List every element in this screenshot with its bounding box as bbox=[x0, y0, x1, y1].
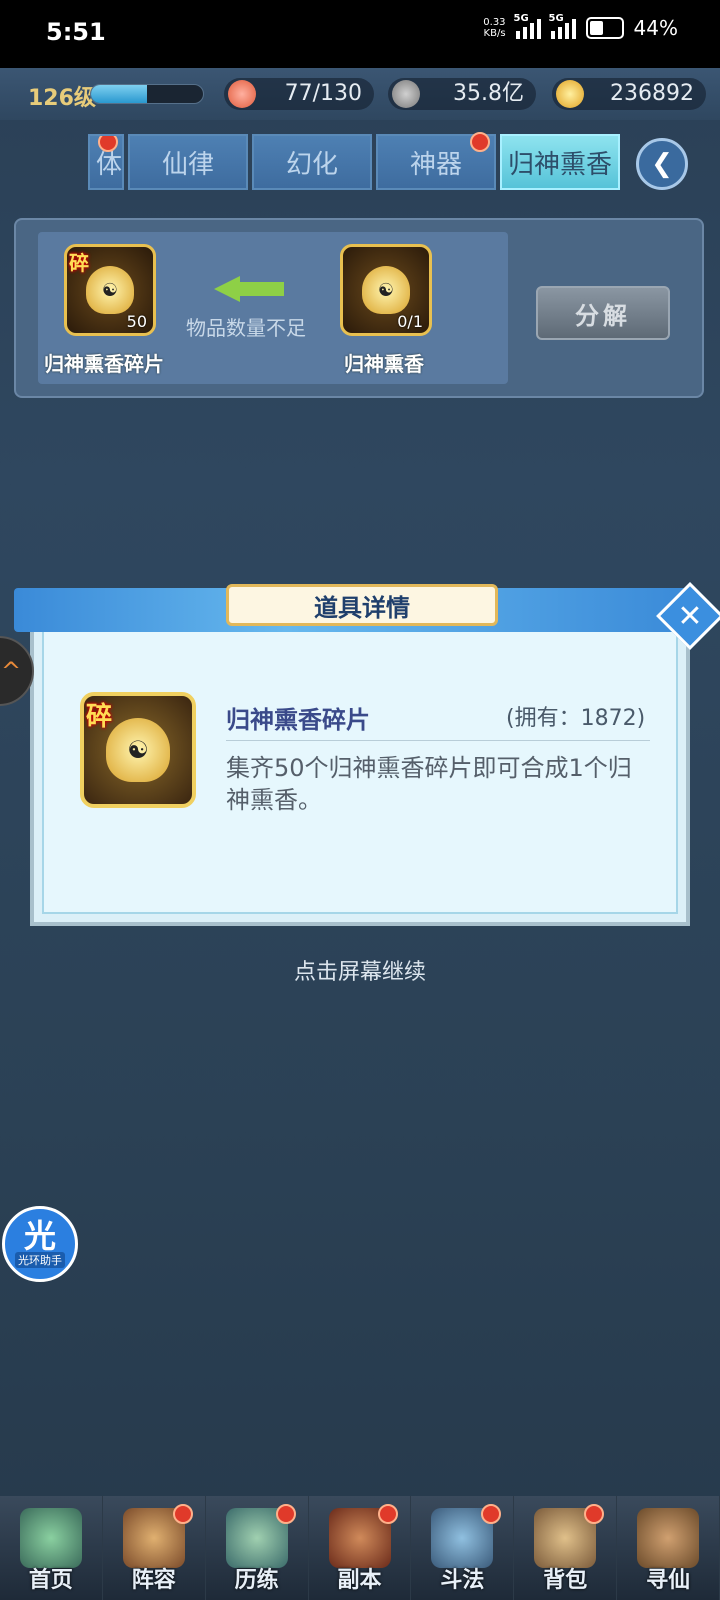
target-name: 归神熏香 bbox=[344, 352, 424, 376]
coin-counter[interactable]: 35.8亿 bbox=[388, 78, 536, 110]
incense-burner-icon: ☯ bbox=[362, 266, 410, 314]
tab-huanhua[interactable]: 幻化 bbox=[252, 134, 372, 190]
nav-dungeon[interactable]: 副本 bbox=[309, 1496, 412, 1600]
tab-label: 归神熏香 bbox=[507, 149, 612, 180]
dialog-title: 道具详情 bbox=[226, 584, 498, 626]
dialog-item-icon: 碎 ☯ bbox=[80, 692, 196, 808]
back-arrow-icon: ❮ bbox=[651, 149, 673, 179]
net-speed: 0.33 KB/s bbox=[483, 17, 505, 39]
stamina-value: 77/130 bbox=[284, 81, 362, 106]
player-level: 126级 bbox=[28, 86, 96, 111]
fragment-name: 归神熏香碎片 bbox=[44, 352, 164, 376]
assistant-float-button[interactable]: 光 光环助手 bbox=[2, 1206, 78, 1282]
fragment-badge: 碎 bbox=[69, 251, 89, 275]
left-arrow-icon bbox=[214, 276, 284, 302]
badge-dot bbox=[584, 1504, 605, 1524]
nav-label: 历练 bbox=[234, 1568, 279, 1593]
assistant-logo: 光 bbox=[23, 1217, 56, 1255]
tab-label: 神器 bbox=[409, 149, 462, 180]
battery-percent: 44% bbox=[633, 16, 678, 40]
side-collapse-button[interactable]: ^ bbox=[0, 636, 34, 706]
fragment-count: 50 bbox=[126, 312, 147, 331]
decompose-button[interactable]: 分解 bbox=[536, 286, 670, 340]
level-progress-bar bbox=[90, 84, 204, 104]
status-bar: 5:51 0.33 KB/s 5G 5G 44% bbox=[0, 0, 720, 68]
tab-bar: 体 仙律 幻化 神器 归神熏香 bbox=[88, 132, 620, 190]
incense-burner-icon: ☯ bbox=[106, 718, 170, 782]
net-speed-value: 0.33 bbox=[483, 17, 506, 28]
back-button[interactable]: ❮ bbox=[636, 138, 688, 190]
tab-partial[interactable]: 体 bbox=[88, 134, 124, 190]
badge-dot bbox=[275, 1504, 296, 1524]
gold-ingot-icon bbox=[556, 80, 584, 108]
chevron-icon: ^ bbox=[0, 657, 22, 685]
insufficient-text: 物品数量不足 bbox=[186, 316, 306, 340]
gold-value: 236892 bbox=[610, 81, 694, 106]
badge-dot bbox=[470, 132, 490, 152]
signal-icon: 5G bbox=[514, 13, 541, 39]
bottom-nav: 首页 阵容 历练 副本 斗法 背包 寻仙 bbox=[0, 1496, 720, 1600]
dialog-item-name: 归神熏香碎片 bbox=[226, 706, 370, 734]
badge-dot bbox=[172, 1504, 193, 1524]
tab-xianlv[interactable]: 仙律 bbox=[128, 134, 248, 190]
net-speed-unit: KB/s bbox=[483, 28, 506, 39]
nav-label: 副本 bbox=[337, 1568, 382, 1593]
dialog-divider bbox=[226, 740, 650, 741]
tab-label: 幻化 bbox=[285, 149, 338, 180]
level-progress-fill bbox=[91, 85, 147, 103]
badge-dot bbox=[378, 1504, 399, 1524]
mountain-icon bbox=[20, 1508, 82, 1568]
signal-type-2: 5G bbox=[548, 13, 564, 24]
stamina-counter[interactable]: 77/130 bbox=[224, 78, 374, 110]
fragment-item-slot[interactable]: 碎 ☯ 50 bbox=[64, 244, 156, 336]
signal-icon-2: 5G bbox=[549, 13, 576, 39]
nav-lineup[interactable]: 阵容 bbox=[103, 1496, 206, 1600]
nav-seek[interactable]: 寻仙 bbox=[617, 1496, 720, 1600]
nav-label: 首页 bbox=[28, 1568, 73, 1593]
badge-dot bbox=[481, 1504, 502, 1524]
tap-to-continue[interactable]: 点击屏幕继续 bbox=[0, 954, 720, 986]
fragment-badge: 碎 bbox=[86, 702, 113, 732]
coin-icon bbox=[392, 80, 420, 108]
assistant-label: 光环助手 bbox=[15, 1252, 65, 1268]
tab-label: 仙律 bbox=[161, 149, 214, 180]
close-icon: ✕ bbox=[677, 598, 703, 634]
peach-icon bbox=[228, 80, 256, 108]
nav-label: 斗法 bbox=[440, 1568, 485, 1593]
nav-home[interactable]: 首页 bbox=[0, 1496, 103, 1600]
signal-type-1: 5G bbox=[513, 13, 529, 24]
nav-label: 阵容 bbox=[131, 1568, 176, 1593]
nav-battle[interactable]: 斗法 bbox=[411, 1496, 515, 1600]
nav-label: 背包 bbox=[543, 1568, 588, 1593]
gold-counter[interactable]: 236892 bbox=[552, 78, 706, 110]
status-time: 5:51 bbox=[46, 18, 106, 46]
dialog-owned-count: (拥有：1872) bbox=[506, 706, 646, 731]
nav-training[interactable]: 历练 bbox=[206, 1496, 309, 1600]
scroll-icon bbox=[637, 1508, 700, 1568]
battery-icon bbox=[585, 17, 624, 39]
status-icons: 0.33 KB/s 5G 5G 44% bbox=[483, 13, 678, 40]
tab-guishen-incense[interactable]: 归神熏香 bbox=[500, 134, 620, 190]
nav-bag[interactable]: 背包 bbox=[514, 1496, 618, 1600]
coin-value: 35.8亿 bbox=[453, 81, 524, 106]
incense-burner-icon: ☯ bbox=[86, 266, 134, 314]
resource-bar: 126级 77/130 35.8亿 236892 bbox=[0, 68, 720, 120]
tab-shenqi[interactable]: 神器 bbox=[376, 132, 496, 190]
target-item-slot[interactable]: ☯ 0/1 bbox=[340, 244, 432, 336]
nav-label: 寻仙 bbox=[646, 1568, 691, 1593]
target-count: 0/1 bbox=[397, 312, 423, 331]
dialog-description: 集齐50个归神熏香碎片即可合成1个归神熏香。 bbox=[226, 754, 632, 814]
